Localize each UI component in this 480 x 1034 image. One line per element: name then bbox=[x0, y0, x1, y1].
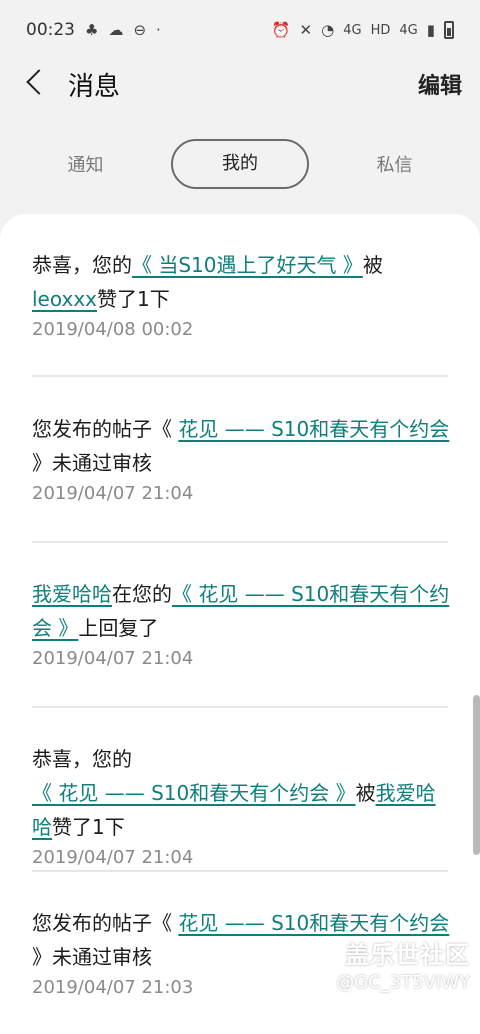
alarm-icon: ⏰ bbox=[272, 21, 291, 39]
message-timestamp: 2019/04/07 21:04 bbox=[32, 844, 450, 872]
message-text-part: 您发布的帖子《 bbox=[32, 911, 178, 935]
user-link[interactable]: 我爱哈哈 bbox=[32, 582, 112, 606]
message-timestamp: 2019/04/07 21:04 bbox=[32, 480, 450, 508]
signal-icon: ▮ bbox=[427, 21, 435, 39]
status-left: 00:23 ♣ ☁ ⊖ · bbox=[26, 20, 161, 40]
wifi-icon: ◔ bbox=[321, 21, 334, 39]
weather-icon: ☁ bbox=[108, 21, 123, 39]
message-text-part: 上回复了 bbox=[78, 616, 158, 640]
status-right: ⏰ ✕ ◔ 4G HD 4G ▮ bbox=[272, 21, 454, 39]
watermark-logo: 盖乐世社区 bbox=[336, 935, 470, 970]
post-link[interactable]: 花见 —— S10和春天有个约会 bbox=[178, 417, 449, 441]
message-timestamp: 2019/04/08 00:02 bbox=[32, 316, 450, 344]
divider bbox=[32, 706, 448, 708]
message-text: 我爱哈哈在您的《 花见 —— S10和春天有个约会 》上回复了 bbox=[32, 577, 450, 645]
post-link[interactable]: 《 花见 —— S10和春天有个约会 》 bbox=[32, 781, 356, 805]
message-text-part: 恭喜，您的 bbox=[32, 747, 132, 771]
header: 消息 编辑 bbox=[0, 60, 480, 108]
list-item[interactable]: 您发布的帖子《 花见 —— S10和春天有个约会 》未通过审核 2019/04/… bbox=[32, 412, 450, 508]
message-text-part: 赞了1下 bbox=[52, 815, 125, 839]
watermark-user: @GC_3T5VIWY bbox=[336, 972, 470, 993]
scrollbar[interactable] bbox=[473, 695, 480, 855]
network-label-2: 4G bbox=[399, 23, 417, 38]
message-text-part: 》未通过审核 bbox=[32, 945, 152, 969]
message-text: 恭喜，您的《 花见 —— S10和春天有个约会 》被我爱哈哈赞了1下 bbox=[32, 742, 450, 844]
post-link[interactable]: 花见 —— S10和春天有个约会 bbox=[178, 911, 449, 935]
divider bbox=[32, 541, 448, 543]
network-label-1: 4G bbox=[343, 23, 361, 38]
message-text: 恭喜，您的《 当S10遇上了好天气 》被 leoxxx赞了1下 bbox=[32, 248, 450, 316]
message-text: 您发布的帖子《 花见 —— S10和春天有个约会 》未通过审核 bbox=[32, 412, 450, 480]
battery-icon bbox=[444, 21, 454, 39]
list-item[interactable]: 恭喜，您的《 当S10遇上了好天气 》被 leoxxx赞了1下 2019/04/0… bbox=[32, 248, 450, 344]
list-item[interactable]: 我爱哈哈在您的《 花见 —— S10和春天有个约会 》上回复了 2019/04/… bbox=[32, 577, 450, 673]
tab-mine[interactable]: 我的 bbox=[171, 139, 309, 189]
page-title: 消息 bbox=[68, 66, 120, 103]
status-bar: 00:23 ♣ ☁ ⊖ · ⏰ ✕ ◔ 4G HD 4G ▮ bbox=[0, 0, 480, 60]
message-text-part: 恭喜，您的 bbox=[32, 253, 132, 277]
tab-private-messages[interactable]: 私信 bbox=[309, 151, 480, 177]
status-time: 00:23 bbox=[26, 20, 75, 40]
tab-bar: 通知 我的 私信 bbox=[0, 138, 480, 190]
hd-label: HD bbox=[371, 23, 391, 38]
user-link[interactable]: leoxxx bbox=[32, 287, 97, 311]
message-text-part: 被 bbox=[363, 253, 383, 277]
divider bbox=[32, 870, 448, 872]
mute-icon: ✕ bbox=[300, 21, 313, 39]
message-text-part: 您发布的帖子《 bbox=[32, 417, 178, 441]
message-text-part: 在您的 bbox=[112, 582, 172, 606]
edit-button[interactable]: 编辑 bbox=[418, 68, 462, 100]
watermark: 盖乐世社区 @GC_3T5VIWY bbox=[336, 935, 470, 993]
message-text-part: 》未通过审核 bbox=[32, 451, 152, 475]
post-link[interactable]: 《 当S10遇上了好天气 》 bbox=[132, 253, 363, 277]
message-list: 恭喜，您的《 当S10遇上了好天气 》被leoxxx赞了1下 2019/04/0… bbox=[0, 214, 480, 1034]
message-timestamp: 2019/04/07 21:04 bbox=[32, 645, 450, 673]
tab-notifications[interactable]: 通知 bbox=[0, 151, 171, 177]
dot-icon: · bbox=[156, 21, 161, 39]
back-arrow-icon[interactable] bbox=[0, 60, 70, 108]
divider bbox=[32, 375, 448, 377]
list-item[interactable]: 恭喜，您的《 花见 —— S10和春天有个约会 》被我爱哈哈赞了1下 2019/… bbox=[32, 742, 450, 872]
message-text-part: 赞了1下 bbox=[97, 287, 170, 311]
do-not-disturb-icon: ⊖ bbox=[133, 21, 146, 39]
message-text-part: 被 bbox=[356, 781, 376, 805]
notification-icon: ♣ bbox=[85, 21, 98, 39]
